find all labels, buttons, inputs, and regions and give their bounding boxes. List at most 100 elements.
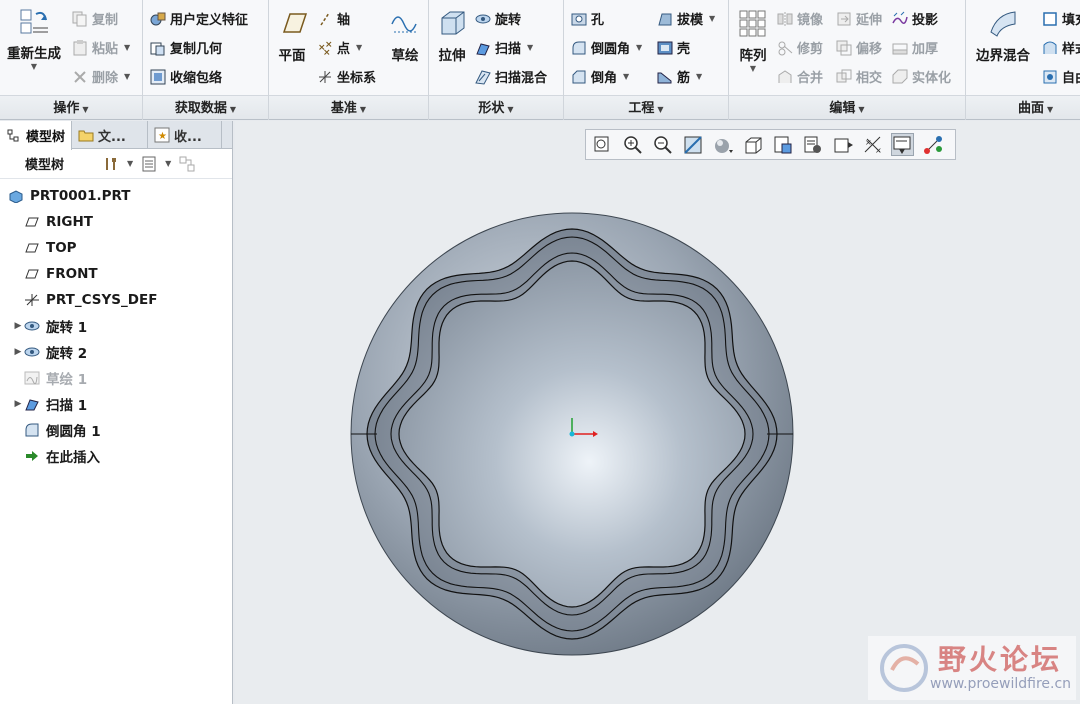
group-label-get-data[interactable]: 获取数据 ▼ — [143, 97, 268, 116]
project-button[interactable]: 投影 — [892, 9, 938, 28]
mirror-icon — [777, 11, 793, 27]
copy-icon — [72, 11, 88, 27]
settings-icon[interactable] — [103, 156, 119, 172]
tree-item[interactable]: PRT0001.PRT — [0, 183, 232, 209]
plane-button[interactable]: 平面 — [273, 8, 311, 64]
group-engineering: 孔 拔模 ▼ 倒圆角 ▼ 壳 倒角 ▼ 筋 ▼ 工程 ▼ — [564, 0, 729, 120]
intersect-icon — [836, 69, 852, 85]
pattern-button[interactable]: 阵列 ▼ — [733, 8, 773, 73]
group-label-editing[interactable]: 编辑 ▼ — [729, 97, 965, 116]
swept-blend-button[interactable]: 扫描混合 — [475, 67, 547, 86]
tree-item-label: PRT_CSYS_DEF — [46, 292, 158, 308]
tree-item[interactable]: PRT_CSYS_DEF — [0, 287, 232, 313]
paste-icon — [72, 39, 88, 56]
sweep-button[interactable]: 扫描 ▼ — [475, 38, 533, 57]
paste-button[interactable]: 粘贴 ▼ — [72, 38, 130, 57]
tree-item[interactable]: ▶ 扫描 1 — [0, 391, 232, 417]
regenerate-button[interactable]: 重新生成 ▼ — [3, 6, 65, 71]
expand-arrow-icon[interactable]: ▶ — [12, 321, 24, 331]
tab-favorites[interactable]: ★ 收... — [148, 121, 223, 149]
freestyle-button[interactable]: 自由式 — [1042, 67, 1080, 86]
ribbon: 重新生成 ▼ 复制 粘贴 ▼ 删除 ▼ 操作 ▼ 用户定义特征 复制几何 收缩包络 — [0, 0, 1080, 120]
tree-item[interactable]: 草绘 1 — [0, 365, 232, 391]
svg-text:★: ★ — [158, 131, 167, 142]
copy-geometry-button[interactable]: 复制几何 — [150, 38, 222, 57]
csys-button[interactable]: 坐标系 — [317, 67, 376, 86]
show-options-icon[interactable] — [141, 156, 157, 172]
tree-item[interactable]: FRONT — [0, 261, 232, 287]
delete-button[interactable]: 删除 ▼ — [72, 67, 130, 86]
extend-button[interactable]: 延伸 — [836, 9, 882, 28]
shrinkwrap-button[interactable]: 收缩包络 — [150, 67, 222, 86]
boundary-blend-icon — [987, 8, 1019, 40]
settings-dropdown-icon[interactable]: ▼ — [127, 159, 133, 168]
tab-model-tree[interactable]: 模型树 — [0, 121, 73, 150]
tree-item[interactable]: TOP — [0, 235, 232, 261]
shell-icon — [657, 40, 673, 56]
watermark-logo — [880, 644, 928, 692]
tree-item[interactable]: ▶ 旋转 1 — [0, 313, 232, 339]
revolve-button[interactable]: 旋转 — [475, 9, 521, 28]
group-label-engineering[interactable]: 工程 ▼ — [564, 97, 728, 116]
thicken-icon — [892, 40, 908, 56]
rib-icon — [657, 69, 673, 85]
udf-icon — [150, 11, 166, 27]
expand-arrow-icon[interactable]: ▶ — [12, 399, 24, 409]
filter-icon[interactable] — [179, 156, 195, 172]
group-operations: 重新生成 ▼ 复制 粘贴 ▼ 删除 ▼ 操作 ▼ — [0, 0, 143, 120]
chamfer-icon — [571, 69, 587, 85]
part-model[interactable] — [235, 121, 1080, 704]
sketch-button[interactable]: 草绘 — [385, 8, 425, 64]
style-button[interactable]: 样式 — [1042, 38, 1080, 57]
shrinkwrap-icon — [150, 69, 166, 85]
chamfer-button[interactable]: 倒角 ▼ — [571, 67, 629, 86]
group-label-operations[interactable]: 操作 ▼ — [0, 97, 142, 116]
fill-button[interactable]: 填充 — [1042, 9, 1080, 28]
insert-here-icon — [24, 449, 40, 463]
trim-button[interactable]: 修剪 — [777, 38, 823, 57]
expand-arrow-icon[interactable]: ▶ — [12, 347, 24, 357]
tree-item[interactable]: 在此插入 — [0, 443, 232, 469]
watermark-title: 野火论坛 — [938, 643, 1063, 676]
draft-button[interactable]: 拔模 ▼ — [657, 9, 715, 28]
tab-folder-browser[interactable]: 文... — [72, 121, 149, 149]
graphics-area[interactable]: × × — [235, 121, 1080, 704]
point-button[interactable]: × × × 点 ▼ — [317, 38, 362, 58]
axis-button[interactable]: 轴 — [317, 9, 350, 28]
offset-button[interactable]: 偏移 — [836, 38, 882, 57]
group-surfaces: 边界混合 填充 样式 自由式 曲面▼ — [966, 0, 1080, 120]
tree-item[interactable]: 倒圆角 1 — [0, 417, 232, 443]
revolve-icon — [24, 319, 40, 333]
shell-button[interactable]: 壳 — [657, 38, 690, 57]
sketch-icon — [24, 371, 40, 385]
group-label-shapes[interactable]: 形状 ▼ — [429, 97, 563, 116]
tree-item-label: 草绘 1 — [46, 372, 88, 388]
favorites-icon: ★ — [154, 127, 170, 143]
round-button[interactable]: 倒圆角 ▼ — [571, 38, 642, 57]
pattern-icon — [737, 8, 769, 40]
rib-button[interactable]: 筋 ▼ — [657, 67, 702, 86]
tree-item[interactable]: RIGHT — [0, 209, 232, 235]
mirror-button[interactable]: 镜像 — [777, 9, 823, 28]
hole-button[interactable]: 孔 — [571, 9, 604, 28]
udf-button[interactable]: 用户定义特征 — [150, 9, 248, 28]
group-label-surfaces[interactable]: 曲面 ▼ — [966, 97, 1080, 116]
tree-item-label: 旋转 1 — [46, 320, 88, 336]
fill-icon — [1042, 11, 1058, 27]
merge-button[interactable]: 合并 — [777, 67, 823, 86]
merge-icon — [777, 69, 793, 85]
boundary-blend-button[interactable]: 边界混合 — [970, 8, 1036, 64]
intersect-button[interactable]: 相交 — [836, 67, 882, 86]
copy-geometry-icon — [150, 40, 166, 56]
datum-plane-icon — [24, 267, 40, 281]
tree-item[interactable]: ▶ 旋转 2 — [0, 339, 232, 365]
datum-plane-icon — [24, 215, 40, 229]
copy-button[interactable]: 复制 — [72, 9, 118, 28]
solidify-button[interactable]: 实体化 — [892, 67, 951, 86]
group-label-datum[interactable]: 基准 ▼ — [269, 97, 428, 116]
thicken-button[interactable]: 加厚 — [892, 38, 938, 57]
extrude-button[interactable]: 拉伸 — [433, 8, 471, 64]
extrude-icon — [436, 8, 468, 40]
show-dropdown-icon[interactable]: ▼ — [165, 159, 171, 168]
part-icon — [8, 189, 24, 204]
